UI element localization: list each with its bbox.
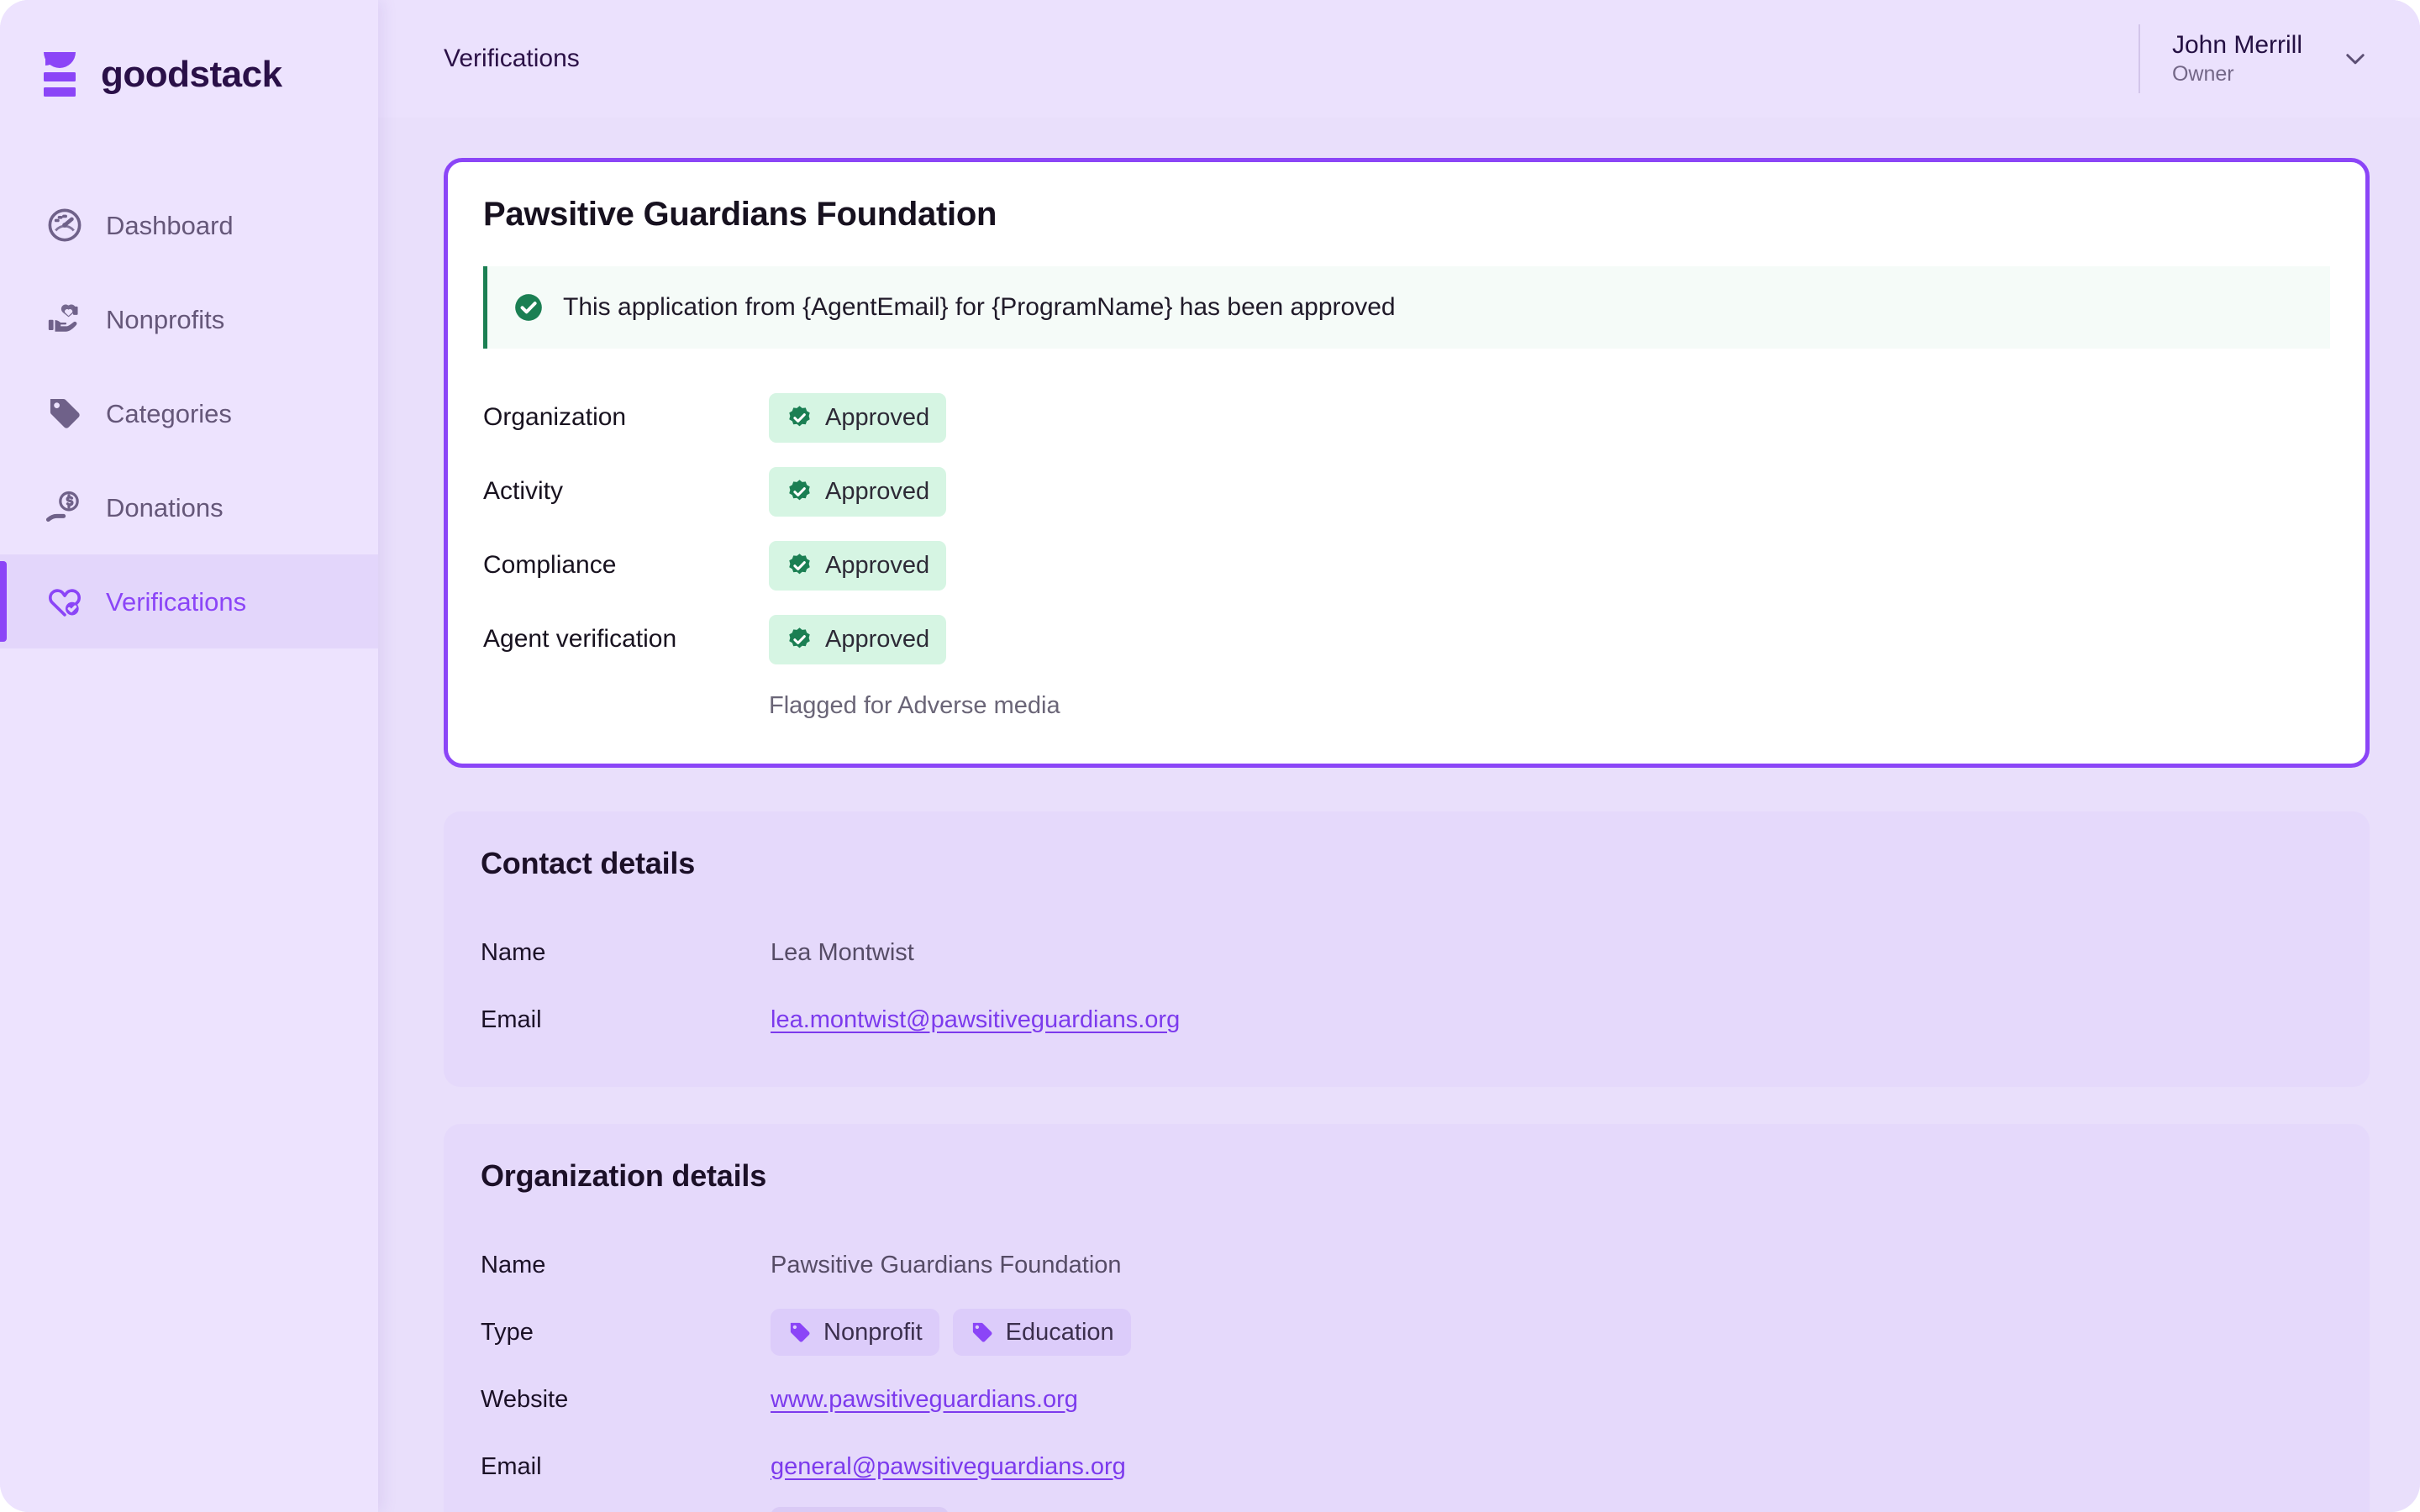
status-badge: Approved: [769, 392, 947, 443]
field-label: Email: [481, 1005, 542, 1033]
organization-details-title: Organization details: [481, 1158, 767, 1193]
status-badge: Approved: [769, 540, 947, 591]
flag-note-row: Flagged for Adverse media: [483, 676, 2330, 735]
org-website-row: Website www.pawsitiveguardians.org: [481, 1366, 2333, 1433]
status-label: Organization: [483, 403, 627, 431]
sidebar-item-label: Donations: [106, 492, 224, 522]
status-row-compliance: Compliance Approved: [483, 528, 2330, 602]
status-badge-text: Approved: [825, 551, 930, 579]
user-role: Owner: [2171, 62, 2234, 86]
sidebar-item-label: Nonprofits: [106, 304, 225, 334]
contact-email-row: Email lea.montwist@pawsitiveguardians.or…: [481, 986, 2333, 1053]
approval-banner-text: This application from {AgentEmail} for {…: [563, 293, 1396, 321]
status-label: Agent verification: [483, 625, 677, 653]
org-website-link[interactable]: www.pawsitiveguardians.org: [771, 1387, 1078, 1412]
contact-name-value: Lea Montwist: [771, 938, 914, 966]
verified-badge-icon: [786, 626, 813, 654]
verified-badge-icon: [786, 552, 813, 580]
flag-note: Flagged for Adverse media: [769, 691, 1060, 719]
sidebar-item-verifications[interactable]: Verifications: [0, 554, 378, 648]
type-chip-label: Education: [1005, 1318, 1114, 1346]
page-title: Verifications: [444, 45, 580, 72]
field-label: Name: [481, 938, 546, 966]
contact-details-panel: Contact details Name Lea Montwist Email …: [444, 811, 2370, 1087]
status-row-agent-verification: Agent verification Approved: [483, 602, 2330, 676]
contact-name-row: Name Lea Montwist: [481, 919, 2333, 986]
status-row-activity: Activity Approved: [483, 454, 2330, 528]
sidebar-item-categories[interactable]: Categories: [0, 366, 378, 460]
status-badge: Approved: [769, 614, 947, 664]
type-chip-label: Nonprofit: [823, 1318, 923, 1346]
verified-badge-icon: [786, 478, 813, 506]
tag-icon: [970, 1320, 995, 1345]
tag-icon: [45, 394, 84, 433]
org-email-row: Email general@pawsitiveguardians.org: [481, 1433, 2333, 1500]
field-label: Name: [481, 1251, 546, 1278]
sidebar: goodstack Dashboard Nonprofits Categorie…: [0, 0, 378, 1512]
organization-title: Pawsitive Guardians Foundation: [483, 196, 997, 233]
status-badge-text: Approved: [825, 403, 930, 431]
contact-details-title: Contact details: [481, 846, 696, 880]
user-name: John Merrill: [2171, 31, 2302, 59]
tag-icon: [787, 1320, 813, 1345]
hand-heart-icon: [45, 300, 84, 339]
heart-check-icon: [45, 582, 84, 621]
sidebar-nav: Dashboard Nonprofits Categories Donation…: [0, 178, 378, 648]
org-name-value: Pawsitive Guardians Foundation: [771, 1251, 1122, 1278]
app-window: goodstack Dashboard Nonprofits Categorie…: [0, 0, 2420, 1512]
org-type-chips: Nonprofit Education: [771, 1309, 1131, 1356]
org-name-row: Name Pawsitive Guardians Foundation: [481, 1231, 2333, 1299]
org-email-link[interactable]: general@pawsitiveguardians.org: [771, 1454, 1126, 1479]
hand-dollar-icon: [45, 488, 84, 527]
field-label: Email: [481, 1452, 542, 1480]
sidebar-item-label: Dashboard: [106, 210, 234, 240]
main-area: Verifications John Merrill Owner Pawsiti…: [378, 0, 2420, 1512]
content-scroll-area: Pawsitive Guardians Foundation This appl…: [378, 118, 2420, 1512]
organization-details-panel: Organization details Name Pawsitive Guar…: [444, 1124, 2370, 1512]
circle-check-icon: [513, 291, 544, 323]
status-label: Compliance: [483, 551, 617, 579]
status-badge-text: Approved: [825, 477, 930, 505]
goodstack-logo-icon: [37, 50, 82, 99]
field-label: Type: [481, 1318, 534, 1346]
field-label: Website: [481, 1385, 569, 1413]
brand-logo[interactable]: goodstack: [0, 0, 378, 118]
chevron-down-icon[interactable]: [2341, 45, 2370, 73]
partially-visible-chip[interactable]: [771, 1507, 949, 1512]
approval-banner: This application from {AgentEmail} for {…: [483, 266, 2330, 349]
speedometer-icon: [45, 206, 84, 244]
sidebar-item-dashboard[interactable]: Dashboard: [0, 178, 378, 272]
org-type-row: Type Nonprofit Education: [481, 1299, 2333, 1366]
sidebar-item-label: Categories: [106, 398, 232, 428]
type-chip-education[interactable]: Education: [952, 1309, 1131, 1356]
status-label: Activity: [483, 477, 564, 505]
contact-email-link[interactable]: lea.montwist@pawsitiveguardians.org: [771, 1007, 1180, 1032]
topbar: Verifications John Merrill Owner: [378, 0, 2420, 118]
sidebar-item-label: Verifications: [106, 586, 247, 617]
verified-badge-icon: [786, 404, 813, 432]
verification-summary-card: Pawsitive Guardians Foundation This appl…: [444, 158, 2370, 768]
status-row-organization: Organization Approved: [483, 381, 2330, 454]
brand-name: goodstack: [101, 54, 282, 95]
sidebar-item-donations[interactable]: Donations: [0, 460, 378, 554]
user-info: John Merrill Owner: [2172, 33, 2302, 85]
sidebar-item-nonprofits[interactable]: Nonprofits: [0, 272, 378, 366]
status-badge-text: Approved: [825, 625, 930, 653]
user-menu[interactable]: John Merrill Owner: [2138, 24, 2370, 93]
status-badge: Approved: [769, 466, 947, 517]
type-chip-nonprofit[interactable]: Nonprofit: [771, 1309, 939, 1356]
